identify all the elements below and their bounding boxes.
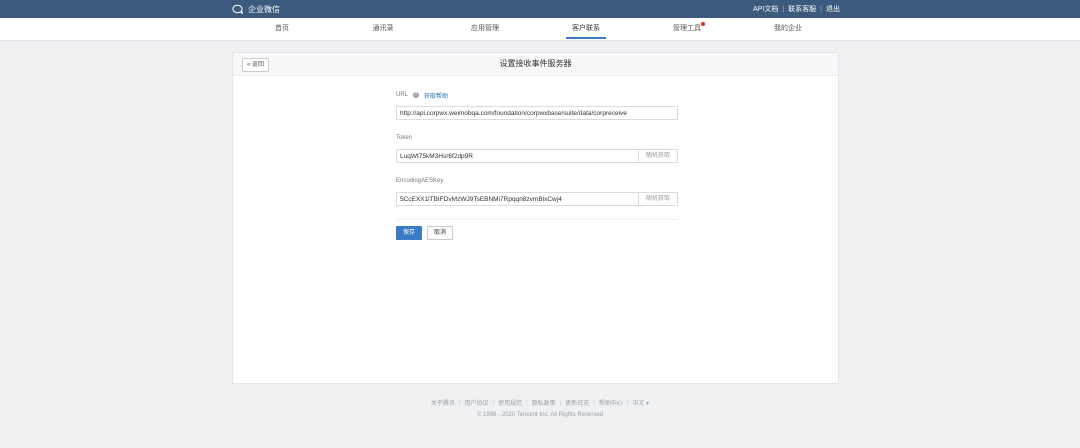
url-field-wrapper [396,106,678,120]
url-label: URL [396,92,409,98]
separator: | [593,399,595,406]
top-links: API文档 | 联系客服 | 退出 [753,4,840,14]
footer-link-privacy[interactable]: 隐私政策 [532,398,556,407]
aes-key-label: EncodingAESKey [396,178,444,184]
separator: | [626,399,629,406]
footer-link-about[interactable]: 关于腾讯 [431,398,455,407]
url-input[interactable] [397,107,677,119]
top-bar: 企业微信 API文档 | 联系客服 | 退出 [0,0,1080,18]
footer-links: 关于腾讯 | 用户协议 | 使用规范 | 隐私政策 | 更新日志 | 帮助中心 | 中文 ▾ [0,398,1080,408]
token-group: Token 随机获取 [396,133,678,163]
logout-link[interactable]: 退出 [826,4,840,14]
nav-label: 我的企业 [774,25,802,32]
nav-label: 管理工具 [673,25,701,32]
footer: 关于腾讯 | 用户协议 | 使用规范 | 隐私政策 | 更新日志 | 帮助中心 | 中文 ▾… [0,398,1080,419]
aes-key-group: EncodingAESKey 随机获取 [396,176,678,206]
divider [396,219,678,220]
separator: | [492,399,495,406]
chat-bubble-icon [232,4,243,14]
aes-key-field-wrapper: 随机获取 [396,192,678,206]
nav-label: 客户联系 [572,25,600,32]
page-title: 设置接收事件服务器 [499,59,572,68]
brand-name: 企业微信 [248,4,280,14]
token-field-wrapper: 随机获取 [396,149,678,163]
random-aes-key-button[interactable]: 随机获取 [638,193,677,205]
event-server-form: URL ? 获取帮助 Token 随机获取 EncodingAESKey [396,90,678,240]
nav-item-customer-contact[interactable]: 客户联系 [566,18,606,40]
separator: | [820,5,822,13]
nav-label: 通讯录 [372,25,394,32]
copyright: © 1998 - 2020 Tencent Inc. All Rights Re… [476,412,604,418]
footer-link-help-center[interactable]: 帮助中心 [599,398,623,407]
separator: | [782,5,785,13]
panel-header: « 返回 设置接收事件服务器 [233,53,838,76]
url-group: URL ? 获取帮助 [396,90,678,120]
token-label: Token [396,135,413,141]
main-nav: 首页 通讯录 应用管理 客户联系 管理工具 我的企业 [0,18,1080,41]
footer-link-changelog[interactable]: 更新日志 [565,398,589,407]
token-input[interactable] [397,150,638,162]
nav-label: 应用管理 [471,25,499,32]
notification-badge [701,22,705,26]
get-help-link[interactable]: 获取帮助 [424,91,448,100]
random-token-button[interactable]: 随机获取 [638,150,677,162]
separator: | [559,399,562,406]
footer-link-user-agreement[interactable]: 用户协议 [465,398,489,407]
nav-item-contacts[interactable]: 通讯录 [373,18,394,40]
nav-label: 首页 [275,25,289,32]
separator: | [458,399,461,406]
save-button[interactable]: 保存 [396,226,423,240]
brand-logo[interactable]: 企业微信 [232,2,280,16]
cancel-button[interactable]: 取消 [427,226,454,240]
language-selector[interactable]: 中文 ▾ [632,398,649,407]
nav-item-apps[interactable]: 应用管理 [471,18,499,40]
separator: | [526,399,528,406]
question-circle-icon[interactable]: ? [413,92,420,98]
nav-item-home[interactable]: 首页 [275,18,289,40]
settings-panel: « 返回 设置接收事件服务器 URL ? 获取帮助 Token 随机获取 [232,52,839,384]
contact-support-link[interactable]: 联系客服 [788,4,816,14]
nav-item-my-enterprise[interactable]: 我的企业 [774,18,802,40]
api-docs-link[interactable]: API文档 [753,4,778,14]
aes-key-input[interactable] [397,193,638,205]
form-actions: 保存 取消 [396,226,678,240]
footer-link-usage-rules[interactable]: 使用规范 [498,398,522,407]
nav-item-management-tools[interactable]: 管理工具 [673,18,705,40]
